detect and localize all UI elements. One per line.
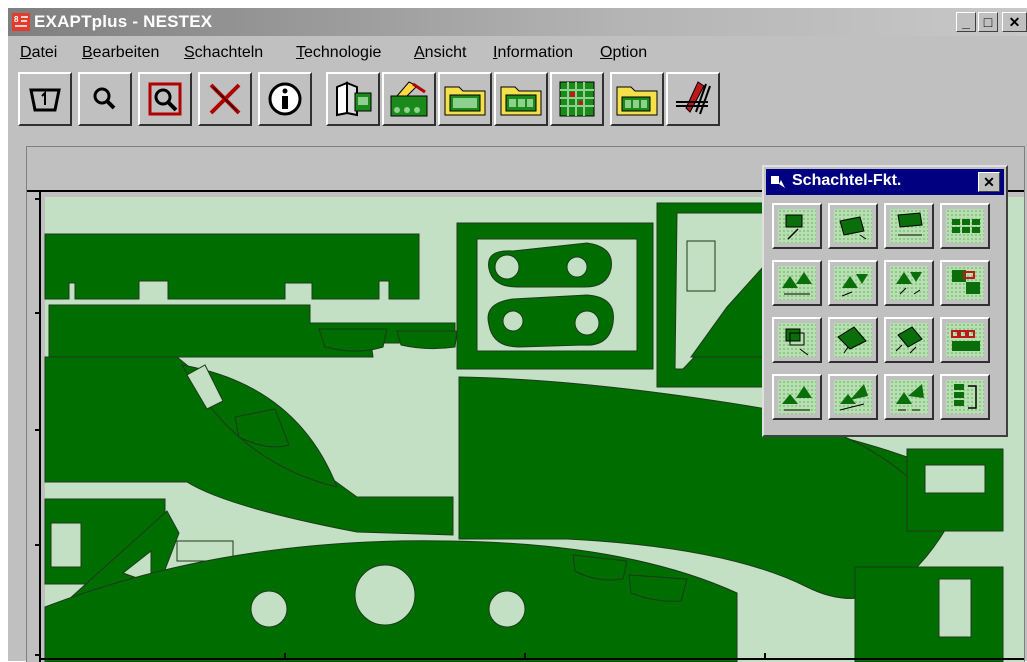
group-mark-button[interactable] [940,260,990,306]
zoom-window-button[interactable] [18,72,72,126]
machine-tool-icon [390,81,428,117]
palette-button-face [946,266,984,300]
palette-button-face [890,266,928,300]
app-icon: 8 [12,13,30,31]
zoom-window-icon [29,88,61,112]
move-rotate-icon [897,212,923,236]
menu-datei[interactable]: Datei [20,44,57,62]
zoom-box-icon [148,82,182,116]
palette-button-face [890,380,928,414]
auto-place-button[interactable] [772,374,822,420]
auto-rotate-icon [839,384,868,411]
move-rotate-button[interactable] [884,203,934,249]
palette-close-button[interactable]: ✕ [978,172,1000,192]
place-pair-icon [782,272,812,295]
list-sort-icon [954,384,977,409]
copy-part-button[interactable] [772,317,822,363]
svg-text:8: 8 [14,15,19,24]
book-icon [336,81,372,117]
folder-sheet-icon [444,86,486,116]
row-fill-button[interactable] [940,317,990,363]
folder-parts-icon [500,86,542,116]
palette-button-face [890,323,928,357]
part-small-cup-1 [318,328,388,352]
magnifier-button[interactable] [78,72,132,126]
shift-part-icon [837,326,867,354]
palette-button-face [890,209,928,243]
palette-button-face [834,209,872,243]
menu-bar: Datei Bearbeiten Schachteln Technologie … [8,40,1027,64]
place-pair-button[interactable] [772,260,822,306]
row-fill-icon [951,330,980,351]
palette-button-face [946,323,984,357]
part-top-left [44,233,420,300]
magnifier-icon [93,87,116,110]
menu-ansicht[interactable]: Ansicht [414,44,466,62]
place-part-icon [785,214,803,240]
part-small-cup-2 [396,330,458,350]
zoom-box-button[interactable] [138,72,192,126]
palette-button-face [778,380,816,414]
rotate-pair-button[interactable] [884,260,934,306]
auto-turn-icon [896,384,924,411]
grid-array-button[interactable] [940,203,990,249]
menu-technologie[interactable]: Technologie [296,44,381,62]
window-title: EXAPTplus - NESTEX [34,12,213,31]
nesting-functions-palette: Schachtel-Fkt. ✕ [762,165,1008,437]
info-icon [268,82,302,116]
book-button[interactable] [326,72,380,126]
mirror-pair-button[interactable] [828,260,878,306]
maximize-button[interactable]: □ [978,12,998,32]
machine-tool-button[interactable] [382,72,436,126]
auto-turn-button[interactable] [884,374,934,420]
group-mark-icon [952,270,980,294]
folder-sheet-button[interactable] [438,72,492,126]
info-button[interactable] [258,72,312,126]
laser-cutter-button[interactable] [666,72,720,126]
close-button[interactable]: ✕ [1002,12,1027,32]
delete-button[interactable] [198,72,252,126]
menu-schachteln[interactable]: Schachteln [184,44,263,62]
laser-cutter-icon [676,81,711,115]
turn-part-icon [895,326,923,354]
palette-button-face [778,323,816,357]
auto-place-icon [782,386,812,411]
grid-parts-button[interactable] [550,72,604,126]
toolbar [18,72,1018,126]
rotate-pair-icon [896,272,922,295]
palette-title: Schachtel-Fkt. [792,172,902,189]
folder-parts-button[interactable] [494,72,548,126]
title-bar[interactable]: 8 EXAPTplus - NESTEX _ □ ✕ [8,8,1027,36]
palette-button-face [834,266,872,300]
place-part-button[interactable] [772,203,822,249]
rotate-part-icon [839,216,867,240]
palette-app-icon [771,176,785,188]
menu-information[interactable]: Information [493,44,573,62]
shift-part-button[interactable] [828,317,878,363]
menu-option[interactable]: Option [600,44,647,62]
rotate-part-button[interactable] [828,203,878,249]
turn-part-button[interactable] [884,317,934,363]
minimize-button[interactable]: _ [956,12,976,32]
palette-button-face [946,209,984,243]
grid-array-icon [952,219,980,233]
folder-parts-small-button[interactable] [610,72,664,126]
copy-part-icon [785,328,809,356]
part-right-bottom [854,566,1004,662]
application-window: 8 EXAPTplus - NESTEX _ □ ✕ Datei Bearbei… [8,8,1027,662]
palette-button-face [778,266,816,300]
palette-button-face [834,380,872,414]
palette-button-face [834,323,872,357]
mirror-pair-icon [841,274,868,297]
menu-bearbeiten[interactable]: Bearbeiten [82,44,159,62]
palette-button-face [778,209,816,243]
palette-button-face [946,380,984,414]
grid-parts-icon [559,81,595,117]
folder-parts-small-icon [616,86,658,116]
auto-rotate-button[interactable] [828,374,878,420]
palette-title-bar[interactable]: Schachtel-Fkt. ✕ [766,169,1004,195]
list-sort-button[interactable] [940,374,990,420]
delete-cross-icon [209,83,241,115]
